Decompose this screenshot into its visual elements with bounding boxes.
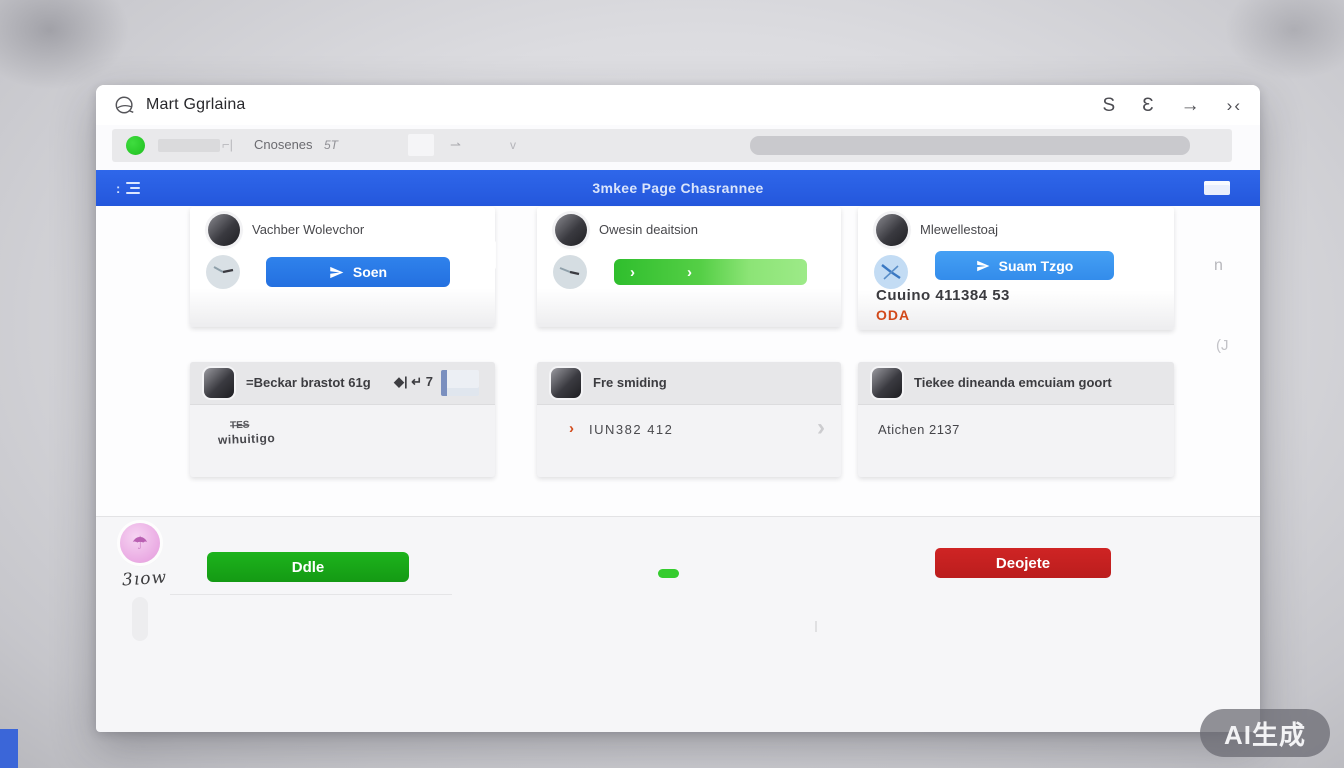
- send-tag-button-label: Suam Tzgo: [999, 258, 1074, 274]
- margin-glyph: (J: [1216, 337, 1229, 354]
- status-badge: ODA: [876, 307, 910, 323]
- title-bar: Mart Ggrlaina S Ɛ → ›‹: [96, 85, 1260, 125]
- card-body-text: Atichen 2137: [878, 422, 960, 437]
- card-title: Tiekee dineanda emcuiam goort: [914, 375, 1112, 390]
- window-title: Mart Ggrlaina: [146, 96, 246, 114]
- account-number: Cuuino 411384 53: [876, 287, 1010, 304]
- card-title: =Beckar brastot 61g: [246, 375, 371, 390]
- card-title: Fre smiding: [593, 375, 667, 390]
- card-report: Tiekee dineanda emcuiam goort Atichen 21…: [858, 362, 1174, 477]
- progress-button[interactable]: › ›: [614, 259, 807, 285]
- chevron-right-icon[interactable]: ›: [817, 414, 825, 442]
- clock-icon: [551, 253, 589, 291]
- clock-icon-blue: [872, 253, 910, 291]
- toolbar-box[interactable]: [408, 134, 434, 156]
- menu-dots: :: [116, 181, 120, 196]
- window-controls: S Ɛ → ›‹: [1103, 96, 1243, 115]
- menu-lines: [126, 182, 140, 194]
- status-dot-green: [126, 136, 145, 155]
- arrow-right-icon[interactable]: →: [1181, 96, 1200, 115]
- page-title: 3mkee Page Chasrannee: [592, 180, 763, 196]
- control-moon-icon[interactable]: Ɛ: [1142, 96, 1153, 115]
- watermark-text: AI生成: [1224, 715, 1306, 752]
- control-s-icon[interactable]: S: [1103, 96, 1116, 115]
- chevron-right-icon: ›: [687, 265, 692, 280]
- strikethrough-tag: TES: [230, 420, 250, 432]
- card-meta-glyphs: ◆| ↵ 7: [394, 374, 433, 390]
- toolbar-progress-bar[interactable]: [750, 136, 1190, 155]
- send-tag-button[interactable]: Suam Tzgo: [935, 251, 1114, 280]
- toolbar-segment: [158, 139, 220, 152]
- footer-pill-decoration: [132, 597, 148, 641]
- card-title: Vachber Wolevchor: [252, 222, 364, 237]
- background-smudge: [0, 0, 130, 90]
- user-signature: 3ıow: [121, 567, 167, 590]
- corner-accent: [0, 729, 18, 768]
- card-header: Fre smiding: [537, 362, 841, 405]
- grid-view-icon[interactable]: [1204, 181, 1230, 195]
- avatar: [872, 368, 902, 398]
- avatar: [555, 214, 587, 246]
- chevrons-icon[interactable]: ›‹: [1227, 97, 1242, 114]
- content-area: Vachber Wolevchor Soen Owesin deaitsio: [96, 206, 1260, 516]
- margin-glyph: n: [1214, 257, 1223, 275]
- card-body-text: IUN382 412: [589, 422, 673, 437]
- card-presiding: Fre smiding › IUN382 412 ›: [537, 362, 841, 477]
- avatar: [204, 368, 234, 398]
- page-header-banner: : 3mkee Page Chasrannee: [96, 170, 1260, 206]
- confirm-button[interactable]: Ddle: [207, 552, 409, 582]
- card-backup: =Beckar brastot 61g ◆| ↵ 7 TES wihuitigo: [190, 362, 495, 477]
- app-window: Mart Ggrlaina S Ɛ → ›‹ ⌐| Cnosenes 5T ⇀ …: [96, 85, 1260, 731]
- clock-icon: [204, 253, 242, 291]
- send-icon: [976, 259, 990, 273]
- send-button[interactable]: Soen: [266, 257, 450, 287]
- card-account: Mlewellestoaj Suam Tzgo Cuuino 411384 53…: [858, 207, 1174, 330]
- toolbar-glyph: ⇀: [450, 137, 461, 153]
- card-header: Tiekee dineanda emcuiam goort: [858, 362, 1174, 405]
- avatar: [208, 214, 240, 246]
- avatar: [551, 368, 581, 398]
- delete-button[interactable]: Deojete: [935, 548, 1111, 578]
- divider: [170, 594, 452, 595]
- card-header: =Beckar brastot 61g ◆| ↵ 7: [190, 362, 495, 405]
- card-send: Vachber Wolevchor Soen: [190, 207, 495, 327]
- toolbar-label: Cnosenes: [254, 137, 313, 152]
- toolbar-label: 5T: [324, 138, 338, 152]
- orange-arrow-icon: ›: [569, 420, 574, 437]
- card-title: Mlewellestoaj: [920, 222, 998, 237]
- globe-icon: [114, 94, 136, 116]
- avatar: [876, 214, 908, 246]
- send-icon: [329, 265, 344, 280]
- umbrella-icon: ☂: [132, 533, 148, 554]
- chevron-right-icon: ›: [630, 265, 635, 280]
- background-smudge: [1224, 0, 1344, 80]
- card-body-text: wihuitigo: [218, 431, 276, 447]
- toolbar-glyph: ⌐|: [222, 137, 233, 152]
- list-menu-icon[interactable]: :: [116, 181, 140, 196]
- flag-badge-icon: [441, 370, 479, 396]
- toolbar: ⌐| Cnosenes 5T ⇀ v: [112, 129, 1232, 162]
- desktop-background: Mart Ggrlaina S Ɛ → ›‹ ⌐| Cnosenes 5T ⇀ …: [0, 0, 1344, 768]
- user-avatar-pink: ☂: [120, 523, 160, 563]
- card-title: Owesin deaitsion: [599, 222, 698, 237]
- divider-tick: [815, 621, 817, 632]
- card-glare: [452, 241, 496, 269]
- ai-watermark-badge: AI生成: [1200, 709, 1330, 757]
- green-dash-indicator: [658, 569, 679, 578]
- send-button-label: Soen: [353, 264, 387, 280]
- footer-panel: ☂ 3ıow Ddle Deojete: [96, 516, 1260, 732]
- card-progress: Owesin deaitsion › ›: [537, 207, 841, 327]
- toolbar-glyph: v: [510, 138, 516, 152]
